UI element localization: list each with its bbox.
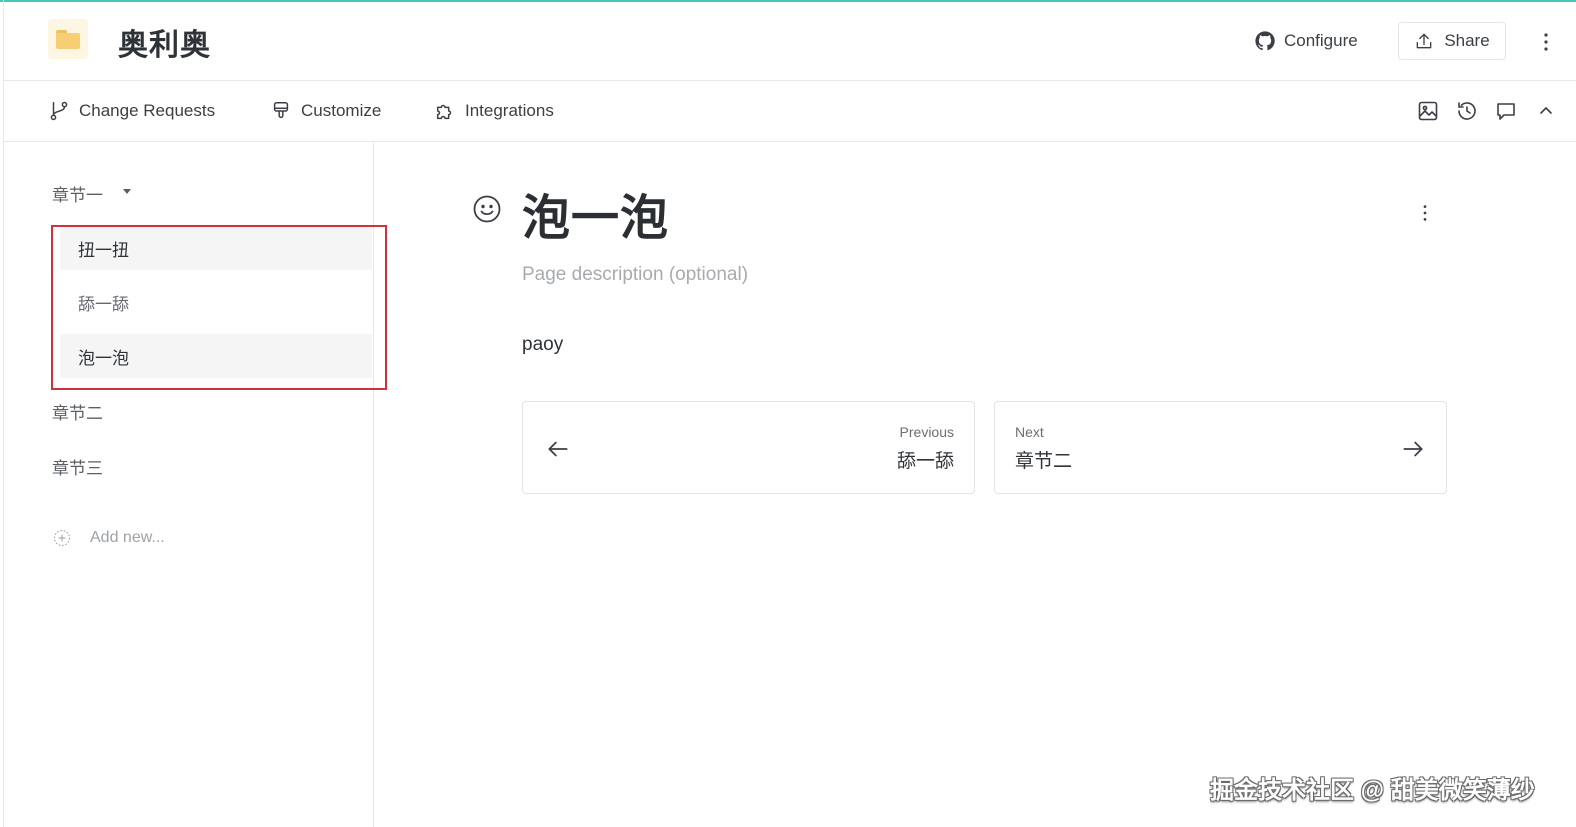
sidebar-section-2[interactable]: 章节二 [52, 399, 103, 424]
next-title: 章节二 [1015, 451, 1073, 472]
more-options-icon[interactable] [1534, 30, 1558, 54]
previous-label: Previous [899, 424, 954, 440]
page-title[interactable]: 泡一泡 [522, 178, 669, 248]
add-new-button[interactable]: Add new... [52, 528, 165, 548]
next-label: Next [1015, 424, 1044, 440]
change-requests-label: Change Requests [79, 101, 216, 120]
arrow-left-icon [548, 441, 568, 457]
customize-label: Customize [301, 101, 382, 120]
add-circle-icon [53, 529, 71, 547]
smiley-icon[interactable] [472, 194, 502, 224]
chevron-up-icon[interactable] [1534, 99, 1558, 123]
page-body-text[interactable]: paoy [522, 334, 563, 356]
next-page-card[interactable]: Next 章节二 [994, 401, 1447, 494]
previous-title: 舔一舔 [896, 451, 954, 472]
upload-icon [1416, 33, 1432, 49]
sidebar-section-1[interactable]: 章节一 [52, 181, 103, 206]
arrow-right-icon [1403, 441, 1423, 457]
app-header: 奥利奥 Configure Share [4, 2, 1576, 81]
previous-page-card[interactable]: Previous 舔一舔 [522, 401, 975, 494]
github-icon [1255, 31, 1275, 51]
paint-brush-icon [273, 102, 289, 119]
space-toolbar: Change Requests Customize Integrations [4, 81, 1576, 142]
space-title: 奥利奥 [118, 29, 211, 62]
caret-down-icon[interactable] [123, 189, 131, 194]
sidebar-page-label: 泡一泡 [78, 348, 129, 368]
share-label: Share [1444, 31, 1490, 50]
configure-label: Configure [1284, 31, 1358, 50]
sidebar-page-label: 扭一扭 [78, 240, 129, 260]
page-description-field[interactable]: Page description (optional) [522, 264, 748, 286]
page-options-icon[interactable] [1414, 202, 1436, 224]
history-icon[interactable] [1455, 99, 1479, 123]
change-requests-button[interactable]: Change Requests [48, 97, 215, 125]
watermark-text: 掘金技术社区 @ 甜美微笑薄纱 [1210, 777, 1535, 804]
table-of-contents-sidebar: 章节一 扭一扭 舔一舔 泡一泡 章节二 章节三 Add new... [4, 142, 374, 827]
image-gallery-icon[interactable] [1416, 99, 1440, 123]
customize-button[interactable]: Customize [270, 97, 381, 125]
sidebar-page-3-active[interactable]: 泡一泡 [60, 334, 372, 378]
sidebar-section-3[interactable]: 章节三 [52, 454, 103, 479]
share-button[interactable]: Share [1398, 22, 1506, 60]
integrations-button[interactable]: Integrations [434, 97, 554, 125]
puzzle-icon [436, 104, 452, 120]
git-branch-icon [50, 101, 68, 121]
comment-icon[interactable] [1494, 99, 1518, 123]
integrations-label: Integrations [465, 101, 554, 120]
add-new-label: Add new... [90, 529, 165, 546]
sidebar-page-1[interactable]: 扭一扭 [60, 226, 372, 270]
configure-button[interactable]: Configure [1244, 22, 1368, 60]
folder-icon[interactable] [48, 19, 88, 59]
sidebar-page-2[interactable]: 舔一舔 [60, 280, 372, 324]
sidebar-page-label: 舔一舔 [78, 294, 129, 314]
